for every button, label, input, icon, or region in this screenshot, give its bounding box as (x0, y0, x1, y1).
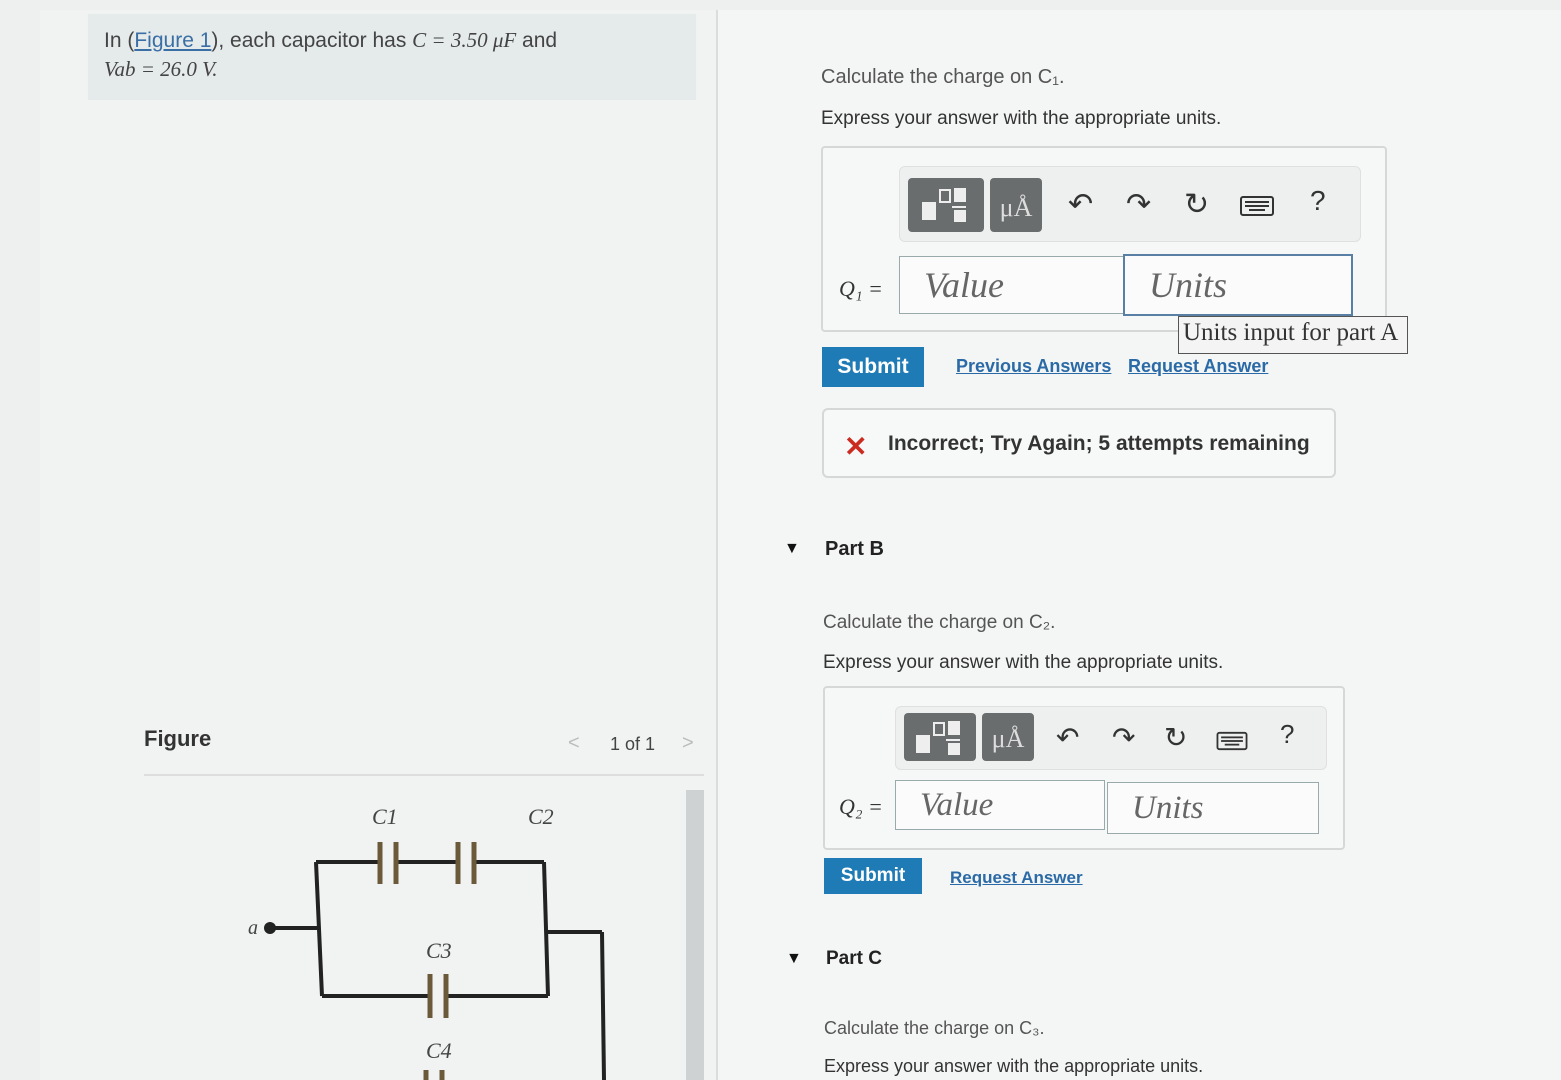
part-a-request-answer-link[interactable]: Request Answer (1128, 356, 1268, 377)
part-b-request-answer-link[interactable]: Request Answer (950, 868, 1083, 888)
feedback-banner: ✕ Incorrect; Try Again; 5 attempts remai… (822, 408, 1336, 478)
figure-link[interactable]: Figure 1 (134, 29, 211, 52)
feedback-message: Incorrect; Try Again; 5 attempts remaini… (888, 432, 1310, 455)
part-b-variable: Q₂ = (839, 794, 883, 819)
part-c-header[interactable]: Part C (826, 948, 882, 970)
part-b-collapse-icon[interactable]: ▼ (784, 540, 800, 558)
part-a-submit-button[interactable]: Submit (822, 347, 924, 387)
part-b-prompt: Calculate the charge on C₂. (823, 612, 1056, 633)
right-panel: Calculate the charge on C₁. Express your… (718, 10, 1561, 1080)
redo-icon[interactable]: ↷ (1126, 187, 1151, 222)
keyboard-icon[interactable] (1216, 725, 1248, 759)
problem-statement: In (Figure 1), each capacitor has C = 3.… (88, 14, 696, 100)
figure-heading: Figure (144, 726, 212, 751)
next-figure-icon[interactable]: > (682, 732, 694, 755)
templates-icon[interactable] (908, 178, 984, 232)
figure-page-count: 1 of 1 (610, 734, 656, 754)
part-c-collapse-icon[interactable]: ▼ (786, 950, 802, 968)
help-icon[interactable]: ? (1310, 185, 1326, 217)
c2-label: C2 (528, 804, 554, 829)
problem-text: and (516, 29, 558, 52)
part-b-submit-button[interactable]: Submit (824, 858, 922, 894)
part-a-instruction: Express your answer with the appropriate… (821, 108, 1222, 129)
units-icon[interactable]: μÅ (982, 713, 1034, 761)
figure-pager: < 1 of 1 > (560, 732, 700, 762)
c4-label: C4 (426, 1038, 452, 1063)
reset-icon[interactable]: ↻ (1184, 187, 1209, 222)
left-panel: In (Figure 1), each capacitor has C = 3.… (40, 10, 728, 1080)
part-c-instruction: Express your answer with the appropriate… (824, 1056, 1204, 1076)
part-a-toolbar: μÅ ↶ ↷ ↻ ? (899, 166, 1361, 242)
part-b-header[interactable]: Part B (825, 538, 884, 561)
c3-label: C3 (426, 938, 452, 963)
prev-figure-icon[interactable]: < (568, 732, 580, 755)
part-a-answer-box: μÅ ↶ ↷ ↻ ? Q₁ = Value Units (821, 146, 1387, 332)
circuit-diagram: a C1 C2 C3 C4 (248, 804, 606, 1080)
help-icon[interactable]: ? (1280, 719, 1294, 750)
capacitance-expr: C = 3.50 μF (412, 28, 517, 52)
part-b-answer-box: μÅ ↶ ↷ ↻ ? Q₂ = Value Units (823, 686, 1345, 850)
units-tooltip: Units input for part A (1178, 316, 1408, 354)
previous-answers-link[interactable]: Previous Answers (956, 356, 1111, 377)
part-b-toolbar: μÅ ↶ ↷ ↻ ? (895, 706, 1327, 770)
part-a-variable: Q₁ = (839, 276, 883, 301)
part-b-instruction: Express your answer with the appropriate… (823, 652, 1224, 673)
part-a-value-input[interactable]: Value (899, 256, 1125, 314)
part-c-prompt: Calculate the charge on C₃. (824, 1018, 1045, 1038)
error-icon: ✕ (844, 431, 868, 462)
part-b-units-input[interactable]: Units (1107, 782, 1319, 834)
part-a-units-input[interactable]: Units (1123, 254, 1353, 316)
part-a-prompt: Calculate the charge on C₁. (821, 66, 1065, 88)
part-b-value-input[interactable]: Value (895, 780, 1105, 830)
node-a-label: a (248, 917, 258, 939)
c1-label: C1 (372, 804, 398, 829)
undo-icon[interactable]: ↶ (1056, 721, 1079, 754)
reset-icon[interactable]: ↻ (1164, 721, 1187, 754)
keyboard-icon[interactable] (1240, 191, 1274, 225)
problem-text: In ( (104, 29, 135, 52)
redo-icon[interactable]: ↷ (1112, 721, 1135, 754)
undo-icon[interactable]: ↶ (1068, 187, 1093, 222)
units-icon[interactable]: μÅ (990, 178, 1042, 232)
templates-icon[interactable] (904, 713, 976, 761)
node-a-terminal (264, 922, 276, 934)
figure-scrollbar[interactable] (686, 790, 704, 1080)
voltage-expr: Vab = 26.0 V. (104, 57, 218, 81)
problem-text: ), each capacitor has (211, 29, 413, 52)
figure-divider (144, 774, 704, 776)
